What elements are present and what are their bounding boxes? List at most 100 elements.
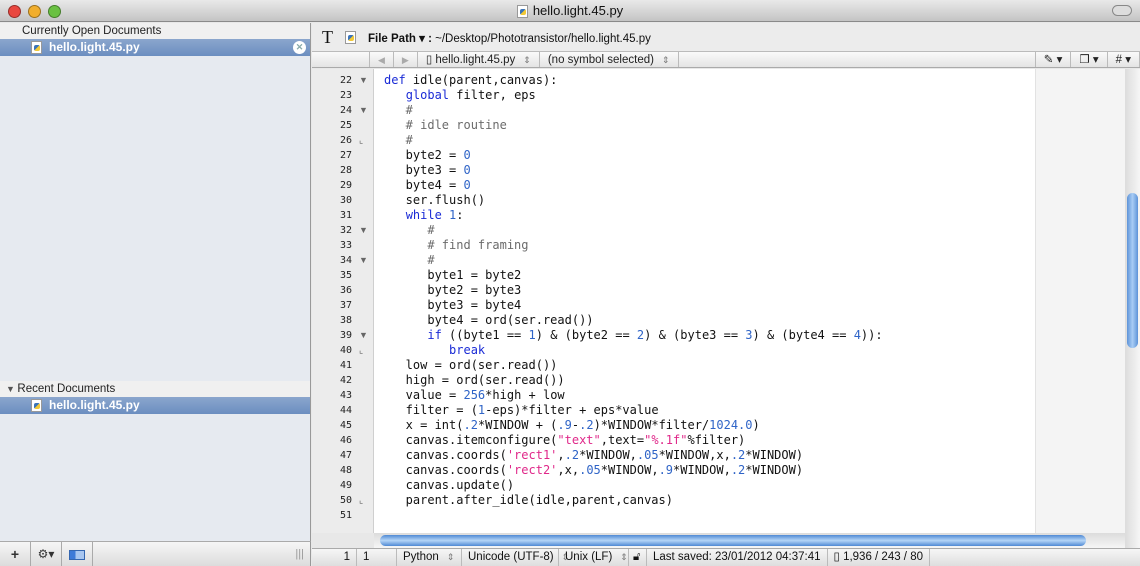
- code-token: high = ord(ser.read()): [384, 373, 565, 387]
- code-line: canvas.coords('rect2',x,.05*WINDOW,.9*WI…: [384, 463, 803, 478]
- gear-menu-button[interactable]: ⚙▾: [31, 542, 62, 566]
- line-number: 34: [339, 255, 352, 266]
- recent-documents-header[interactable]: ▼ Recent Documents: [0, 381, 310, 397]
- document-menu-button[interactable]: ❐ ▾: [1071, 52, 1108, 67]
- code-token: #: [384, 133, 413, 147]
- code-token: byte3 = byte4: [384, 298, 522, 312]
- back-button[interactable]: ◀: [370, 52, 394, 67]
- resize-handle[interactable]: |||: [93, 542, 310, 566]
- python-file-icon: [31, 399, 42, 412]
- fold-end-icon[interactable]: ⌞: [359, 343, 363, 358]
- line-number: 37: [339, 300, 352, 311]
- recent-document-item[interactable]: hello.light.45.py: [0, 397, 310, 414]
- column-number[interactable]: 1: [357, 549, 397, 566]
- symbol-menu[interactable]: (no symbol selected) ⇕: [540, 52, 679, 67]
- code-line: byte2 = 0: [384, 148, 471, 163]
- close-document-icon[interactable]: ✕: [293, 41, 306, 54]
- code-token: .9: [658, 463, 674, 477]
- language-menu[interactable]: Python ⇕: [397, 549, 462, 566]
- code-token: "%.1f": [644, 433, 688, 447]
- code-token: parent.after_idle(idle,parent,canvas): [384, 493, 673, 507]
- line-endings-menu[interactable]: Unix (LF) ⇕: [559, 549, 629, 566]
- fold-triangle-icon[interactable]: ▼: [359, 103, 368, 118]
- code-token: byte3 =: [384, 163, 464, 177]
- code-editor[interactable]: def idle(parent,canvas): global filter, …: [374, 69, 1125, 533]
- horizontal-scroll-thumb[interactable]: [380, 535, 1086, 546]
- fold-end-icon[interactable]: ⌞: [359, 133, 363, 148]
- document-name: hello.light.45.py: [49, 398, 140, 412]
- fold-end-icon[interactable]: ⌞: [359, 493, 363, 508]
- python-file-icon[interactable]: [345, 31, 356, 44]
- code-token: ,text=: [600, 433, 645, 447]
- lock-icon[interactable]: 🔓︎: [629, 549, 647, 566]
- code-token: while: [405, 208, 442, 222]
- code-token: 0: [463, 163, 471, 177]
- line-number: 46: [339, 435, 352, 446]
- sidebar-icon: [69, 550, 85, 561]
- fold-triangle-icon[interactable]: ▼: [359, 73, 368, 88]
- code-line: low = ord(ser.read()): [384, 358, 558, 373]
- last-saved: Last saved: 23/01/2012 04:37:41: [647, 549, 828, 566]
- code-token: if: [427, 328, 442, 342]
- line-number[interactable]: 1: [312, 549, 357, 566]
- line-number: 29: [339, 180, 352, 191]
- line-number: 43: [339, 390, 352, 401]
- code-token: ): [752, 418, 760, 432]
- fold-triangle-icon[interactable]: ▼: [359, 253, 368, 268]
- line-number: 28: [339, 165, 352, 176]
- code-line: #: [384, 133, 413, 148]
- line-number: 32: [339, 225, 352, 236]
- code-token: #: [384, 223, 435, 237]
- code-line: #: [384, 253, 434, 268]
- code-token: 1: [528, 328, 536, 342]
- line-number: 30: [339, 195, 352, 206]
- toolbar-toggle-button[interactable]: [1112, 5, 1132, 16]
- code-line: byte2 = byte3: [384, 283, 521, 298]
- vertical-scroll-thumb[interactable]: [1127, 193, 1138, 348]
- line-number: 44: [339, 405, 352, 416]
- code-token: x = int(: [384, 418, 464, 432]
- code-token: *high + low: [485, 388, 565, 402]
- zoom-window-button[interactable]: [48, 5, 61, 18]
- code-token: .2: [579, 418, 594, 432]
- open-document-item[interactable]: hello.light.45.py ✕: [0, 39, 310, 56]
- code-token: canvas.itemconfigure(: [384, 433, 558, 447]
- counterpart-menu-button[interactable]: # ▾: [1108, 52, 1140, 67]
- code-token: *WINDOW,x,: [658, 448, 731, 462]
- code-token: -eps)*filter + eps*value: [485, 403, 659, 417]
- file-menu[interactable]: ▯ hello.light.45.py ⇕: [418, 52, 540, 67]
- fold-triangle-icon[interactable]: ▼: [359, 328, 368, 343]
- code-token: 1024.0: [709, 418, 753, 432]
- sidebar-toggle-button[interactable]: [62, 542, 93, 566]
- encoding-menu[interactable]: Unicode (UTF-8) ⇕: [462, 549, 569, 566]
- code-line: byte1 = byte2: [384, 268, 521, 283]
- markup-menu-button[interactable]: ✎ ▾: [1036, 52, 1072, 67]
- code-token: ,x,: [557, 463, 580, 477]
- add-button[interactable]: +: [0, 542, 31, 566]
- close-window-button[interactable]: [8, 5, 21, 18]
- code-token: .05: [636, 448, 659, 462]
- minimize-window-button[interactable]: [28, 5, 41, 18]
- code-line: byte3 = 0: [384, 163, 471, 178]
- code-token: *WINDOW,: [673, 463, 731, 477]
- code-token: byte2 = byte3: [384, 283, 522, 297]
- code-token: global: [405, 88, 450, 102]
- fold-triangle-icon[interactable]: ▼: [359, 223, 368, 238]
- code-line: break: [384, 343, 485, 358]
- file-path-menu[interactable]: File Path ▾ :: [368, 33, 432, 45]
- code-token: byte1 = byte2: [384, 268, 522, 282]
- text-options-button[interactable]: T: [322, 27, 333, 48]
- document-stats[interactable]: ▯ 1,936 / 243 / 80: [828, 549, 930, 566]
- forward-button[interactable]: ▶: [394, 52, 418, 67]
- code-token: ((byte1 ==: [441, 328, 529, 342]
- code-token: byte2 =: [384, 148, 464, 162]
- code-line: value = 256*high + low: [384, 388, 565, 403]
- documents-sidebar: Currently Open Documents hello.light.45.…: [0, 23, 311, 541]
- code-token: break: [449, 343, 486, 357]
- line-number-gutter: 22 ▼ 23 24 ▼ 25 26 ⌞ 27 28 29 30 31 32 ▼ 33 34 ▼ 35 36 37 38 3…: [312, 69, 374, 533]
- sidebar-bottom-bar: + ⚙▾ |||: [0, 541, 311, 566]
- code-line: while 1:: [384, 208, 464, 223]
